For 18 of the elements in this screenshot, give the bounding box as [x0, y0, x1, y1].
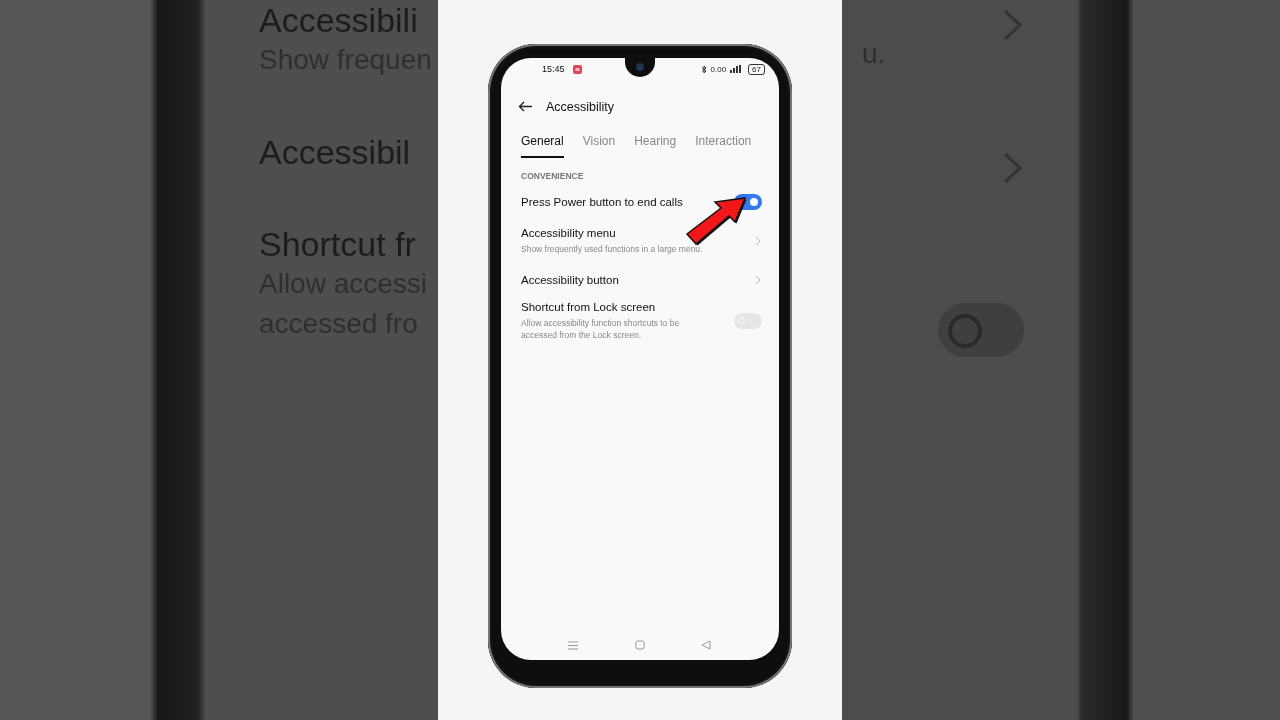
network-speed: 0.00 — [710, 64, 727, 74]
tab[interactable]: Interaction — [695, 132, 752, 158]
setting-row[interactable]: Accessibility button — [501, 262, 779, 298]
tab[interactable]: Hearing — [634, 132, 677, 158]
section-heading: CONVENIENCE — [521, 171, 585, 181]
tab[interactable]: Vision — [582, 132, 616, 158]
battery-indicator: 67 — [748, 63, 765, 75]
screen-title: Accessibility — [546, 100, 615, 114]
setting-title: Accessibility menu — [521, 227, 617, 239]
tab[interactable]: General — [521, 132, 564, 158]
setting-description: Show frequently used functions in a large menu. — [521, 243, 704, 255]
setting-row[interactable]: Accessibility menu Show frequently used functions in a large menu. — [501, 223, 779, 259]
setting-title: Accessibility button — [521, 274, 620, 286]
setting-title: Press Power button to end calls — [521, 196, 684, 208]
setting-title: Shortcut from Lock screen — [521, 301, 657, 313]
setting-row[interactable]: Shortcut from Lock screen Allow accessibility function shortcuts to be accessed from the Lock screen. — [501, 301, 779, 341]
setting-description: Allow accessibility function shortcuts to be accessed from the Lock screen. — [521, 317, 681, 341]
status-time: 15:45 — [542, 64, 565, 74]
